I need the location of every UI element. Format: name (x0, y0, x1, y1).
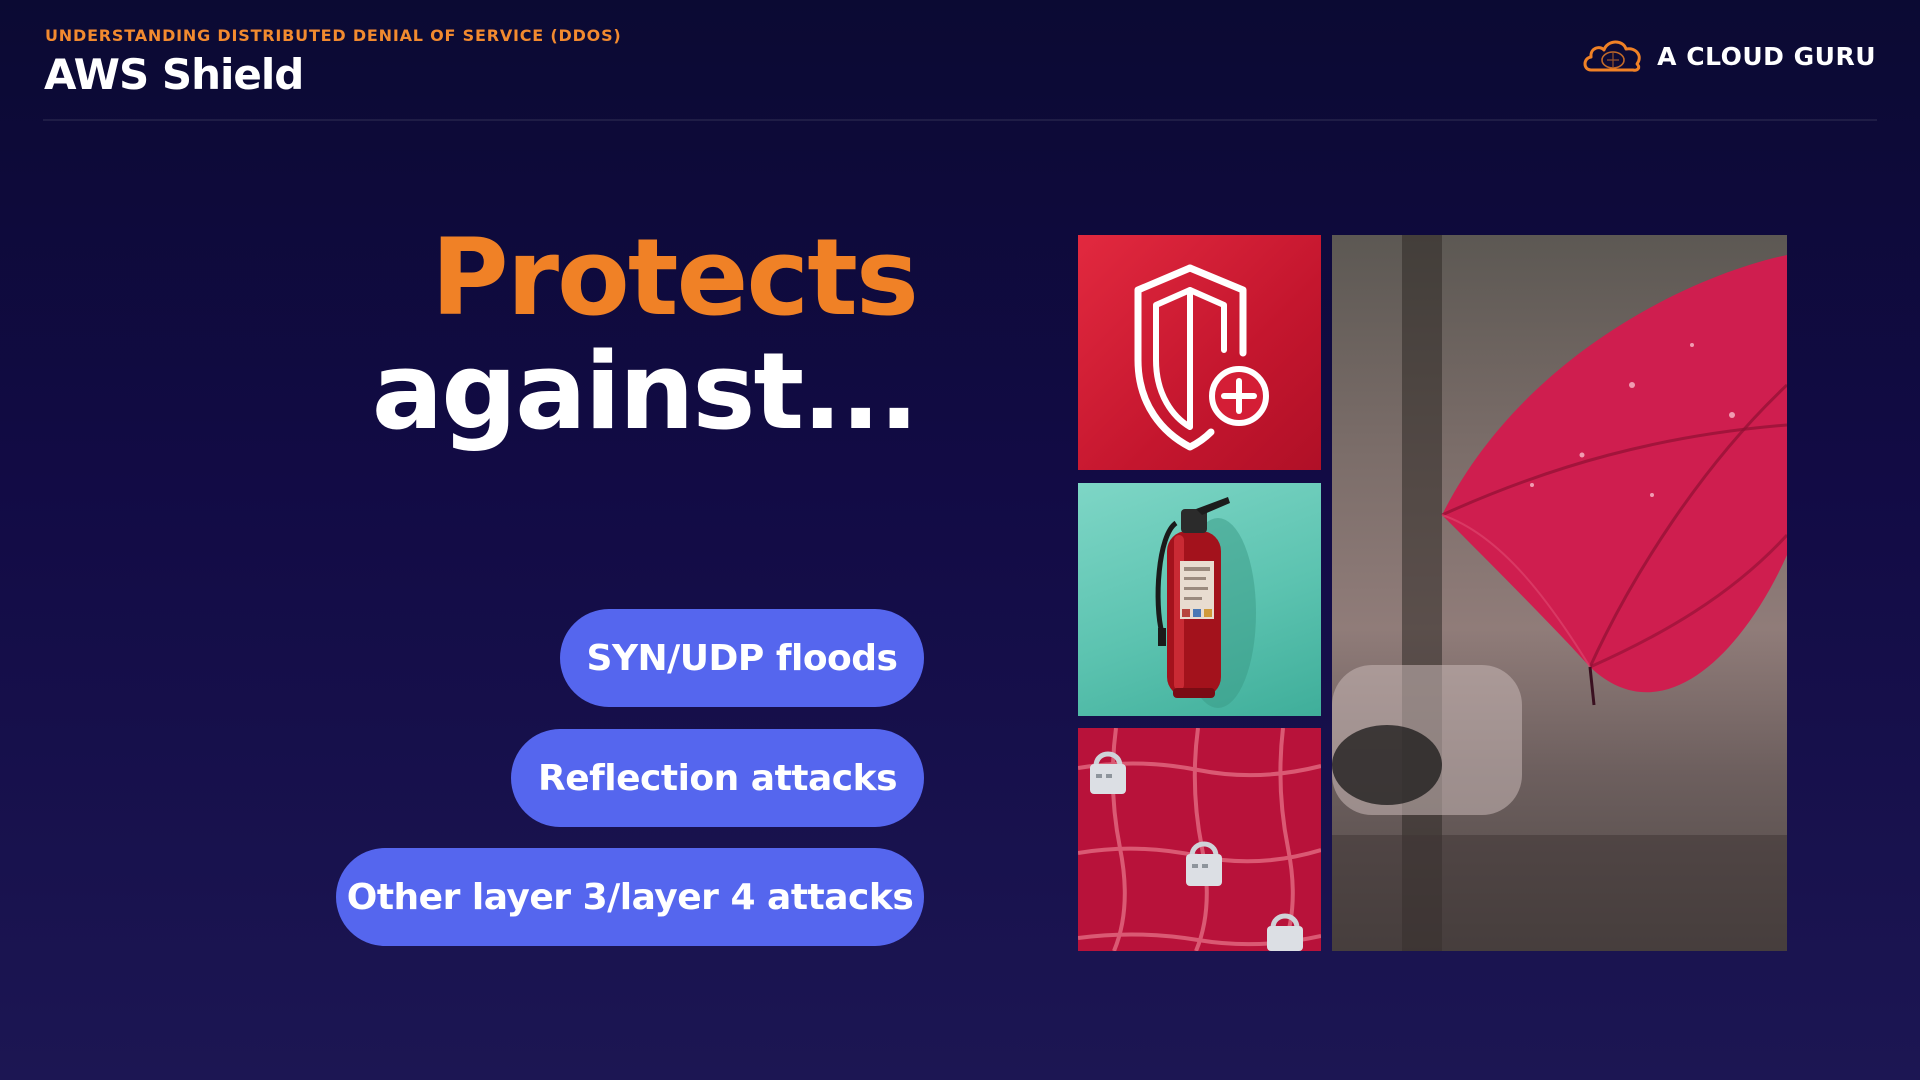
fire-extinguisher-photo (1078, 483, 1321, 716)
brand-name: A CLOUD GURU (1657, 41, 1876, 71)
brand-logo: A CLOUD GURU (1581, 36, 1876, 76)
attack-pill-layer3-4: Other layer 3/layer 4 attacks (336, 848, 924, 946)
headline: Protects against... (371, 216, 919, 453)
attack-pill-syn-udp: SYN/UDP floods (560, 609, 924, 707)
fire-extinguisher-icon (1155, 497, 1256, 708)
shield-plus-icon (1134, 264, 1269, 451)
attack-pill-reflection: Reflection attacks (511, 729, 924, 827)
cloud-logo-icon (1583, 40, 1641, 72)
padlocks-fence-icon (1078, 728, 1321, 951)
shield-tile (1078, 235, 1321, 470)
headline-against: against... (371, 330, 919, 453)
padlocks-photo (1078, 728, 1321, 951)
slide-title: AWS Shield (44, 50, 304, 99)
headline-protects: Protects (431, 216, 919, 339)
section-kicker: UNDERSTANDING DISTRIBUTED DENIAL OF SERV… (45, 26, 622, 45)
umbrella-photo (1332, 235, 1787, 951)
red-umbrella-icon (1332, 235, 1787, 951)
header-divider (43, 119, 1877, 121)
